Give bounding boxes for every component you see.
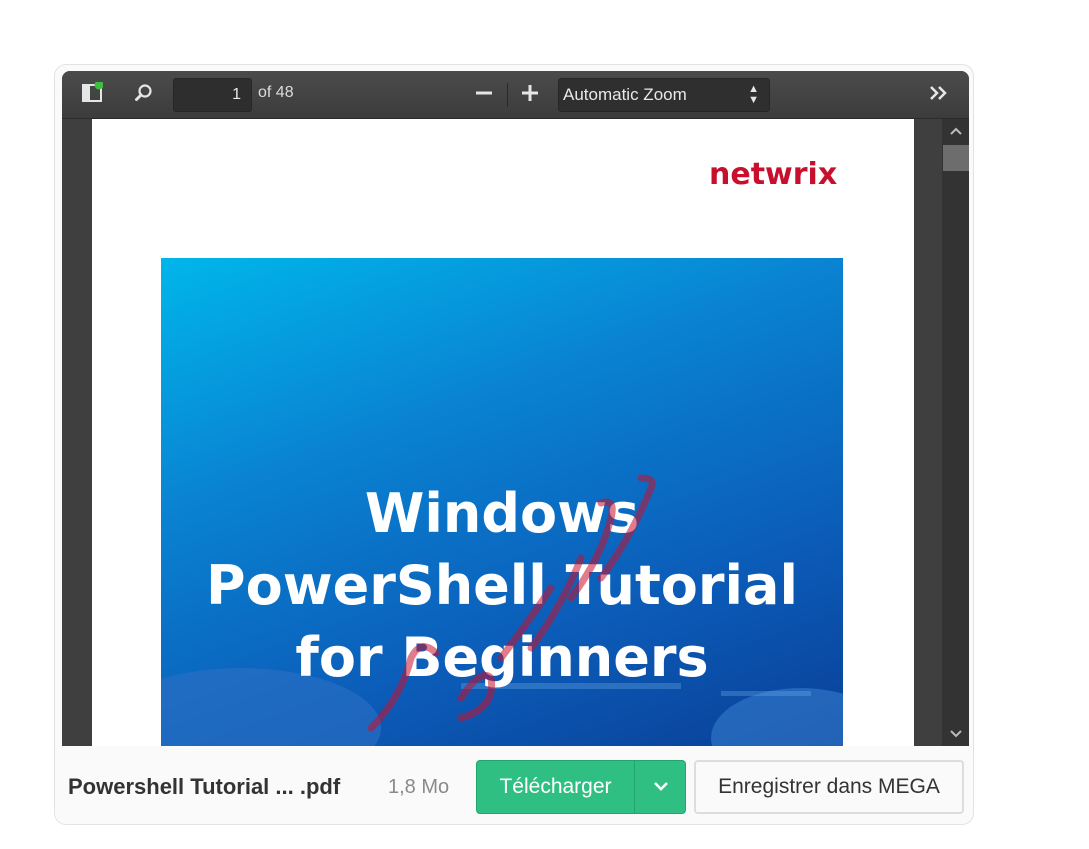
- zoom-in-button[interactable]: [515, 81, 545, 109]
- zoom-out-button[interactable]: [469, 81, 499, 109]
- save-to-mega-button[interactable]: Enregistrer dans MEGA: [694, 760, 964, 814]
- vertical-scrollbar[interactable]: [942, 119, 969, 746]
- download-button-group: Télécharger: [476, 760, 686, 814]
- find-button[interactable]: [129, 81, 159, 109]
- chevron-down-icon: [653, 778, 669, 796]
- sidebar-toggle-icon: [81, 80, 104, 109]
- sidebar-toggle-button[interactable]: [77, 80, 107, 109]
- chevron-up-icon: [949, 122, 962, 140]
- zoom-select-value: Automatic Zoom: [563, 85, 687, 104]
- download-button[interactable]: Télécharger: [477, 761, 634, 813]
- zoom-select[interactable]: Automatic Zoom ▲ ▼: [558, 78, 770, 112]
- pdf-toolbar: 1 of 48 Automatic Zoom ▲ ▼: [62, 71, 969, 119]
- plus-icon: [521, 84, 539, 107]
- tools-button[interactable]: [924, 81, 954, 109]
- scroll-up-button[interactable]: [942, 121, 969, 141]
- file-size: 1,8 Mo: [388, 776, 450, 798]
- double-chevron-right-icon: [928, 84, 950, 107]
- file-name: Powershell Tutorial ... .pdf: [68, 774, 341, 799]
- page-count-label: of 48: [258, 84, 294, 101]
- minus-icon: [475, 84, 493, 107]
- download-options-button[interactable]: [635, 761, 685, 813]
- page-number-input[interactable]: 1: [173, 78, 252, 112]
- document-viewport[interactable]: netwrix Windows PowerShell Tutorial for …: [62, 119, 942, 746]
- chevron-down-icon: [949, 725, 962, 743]
- select-arrows-icon: ▲ ▼: [748, 83, 759, 106]
- netwrix-logo: netwrix: [709, 157, 838, 192]
- cover-image: Windows PowerShell Tutorial for Beginner…: [161, 258, 843, 746]
- scroll-down-button[interactable]: [942, 724, 969, 744]
- handwritten-watermark: [367, 474, 656, 732]
- scrollbar-thumb[interactable]: [943, 145, 969, 171]
- search-icon: [134, 83, 154, 108]
- toolbar-separator: [507, 83, 508, 107]
- pdf-viewer: 1 of 48 Automatic Zoom ▲ ▼ netwrix Windo…: [62, 71, 969, 746]
- pdf-page: netwrix Windows PowerShell Tutorial for …: [92, 119, 914, 746]
- file-info-bar: Powershell Tutorial ... .pdf 1,8 Mo Télé…: [55, 746, 973, 824]
- file-preview-card: 1 of 48 Automatic Zoom ▲ ▼ netwrix Windo…: [54, 64, 974, 825]
